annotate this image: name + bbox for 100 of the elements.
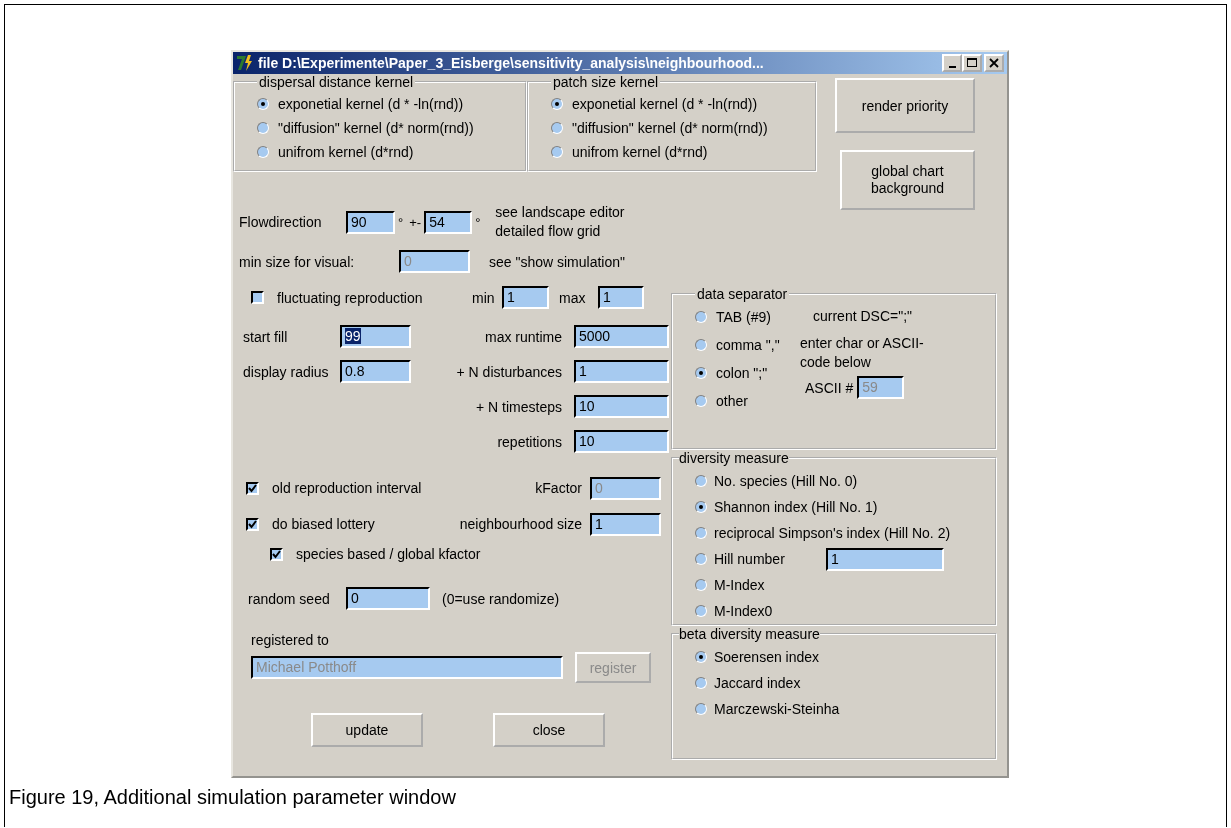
radio-button[interactable]: [695, 475, 707, 487]
radio-button[interactable]: [695, 703, 707, 715]
field-label: random seed: [248, 590, 331, 607]
push-button[interactable]: render priority: [835, 78, 975, 133]
window-title: file D:\Experimente\Paper_3_Eisberge\sensitivity_analysis\neighbourhood...: [258, 55, 765, 71]
input-field[interactable]: 10: [574, 395, 669, 418]
maximize-button[interactable]: [962, 54, 982, 72]
input-field[interactable]: 0.8: [340, 360, 411, 383]
radio-button[interactable]: [695, 338, 707, 351]
field-label: display radius: [243, 363, 330, 380]
checkbox-label[interactable]: do biased lottery: [272, 516, 375, 532]
radio-label[interactable]: colon ";": [716, 364, 768, 381]
radio-button[interactable]: [695, 651, 707, 663]
push-button[interactable]: close: [493, 713, 605, 747]
group-title: data separator: [696, 286, 789, 302]
minimize-button[interactable]: [942, 54, 962, 72]
radio-button[interactable]: [551, 98, 563, 110]
field-label: repetitions: [496, 433, 563, 450]
close-button[interactable]: [984, 54, 1004, 72]
radio-button[interactable]: [695, 366, 707, 379]
maximize-icon: [967, 58, 977, 68]
input-field[interactable]: 10: [574, 430, 669, 453]
figure-caption: Figure 19, Additional simulation parameter window: [9, 786, 457, 809]
radio-label[interactable]: reciprocal Simpson's index (Hill No. 2): [714, 525, 951, 541]
radio-label[interactable]: other: [716, 392, 748, 409]
checkbox[interactable]: [246, 481, 259, 495]
radio-label[interactable]: exponetial kernel (d * -ln(rnd)): [278, 96, 464, 112]
field-label: kFactor: [535, 480, 582, 496]
field-label: + N disturbances: [455, 363, 563, 380]
group-title: beta diversity measure: [679, 626, 820, 642]
radio-button[interactable]: [257, 98, 269, 110]
input-field[interactable]: 1: [502, 286, 549, 309]
radio-label[interactable]: M-Index0: [714, 603, 773, 619]
radio-button[interactable]: [695, 527, 707, 539]
radio-label[interactable]: "diffusion" kernel (d* norm(rnd)): [278, 120, 474, 136]
radio-button[interactable]: [695, 579, 707, 591]
radio-button[interactable]: [695, 677, 707, 689]
input-field[interactable]: 1: [590, 512, 661, 536]
radio-button[interactable]: [695, 394, 707, 407]
status-text: current DSC=";": [813, 308, 914, 324]
radio-label[interactable]: unifrom kernel (d*rnd): [278, 144, 414, 160]
radio-label[interactable]: comma ",": [716, 336, 780, 353]
close-icon: [989, 58, 999, 68]
checkbox[interactable]: [246, 517, 259, 531]
group-title: diversity measure: [679, 450, 789, 466]
radio-button[interactable]: [695, 605, 707, 617]
radio-label[interactable]: TAB (#9): [716, 308, 771, 325]
radio-button[interactable]: [257, 122, 269, 134]
hint-text: enter char or ASCII-code below: [800, 334, 925, 372]
checkbox-label[interactable]: old reproduction interval: [272, 480, 422, 496]
radio-label[interactable]: Marczewski-Steinha: [714, 701, 840, 717]
field-label: max runtime: [483, 328, 563, 345]
radio-label[interactable]: Soerensen index: [714, 649, 820, 665]
checkbox[interactable]: [270, 547, 283, 561]
app-icon: [236, 54, 254, 72]
input-field[interactable]: 1: [574, 360, 669, 383]
field-label: min size for visual:: [239, 253, 356, 270]
radio-label[interactable]: M-Index: [714, 577, 765, 593]
input-field[interactable]: 1: [598, 286, 644, 309]
field-label: min: [472, 289, 496, 306]
minimize-icon: [948, 65, 956, 68]
field-label: start fill: [243, 328, 289, 345]
field-label: + N timesteps: [475, 398, 563, 415]
input-field[interactable]: 5000: [574, 325, 669, 348]
radio-button[interactable]: [257, 146, 269, 158]
radio-label[interactable]: unifrom kernel (d*rnd): [572, 144, 708, 160]
field-label: max: [558, 289, 587, 306]
radio-label[interactable]: No. species (Hill No. 0): [714, 473, 858, 489]
input-field[interactable]: 90: [346, 210, 395, 234]
checkbox[interactable]: [251, 291, 264, 304]
hint-text: detailed flow grid: [495, 222, 602, 241]
group-title: patch size kernel: [552, 74, 660, 90]
input-field[interactable]: 99: [340, 325, 411, 348]
radio-label[interactable]: exponetial kernel (d * -ln(rnd)): [572, 96, 758, 112]
push-button[interactable]: update: [311, 713, 423, 747]
radio-button[interactable]: [695, 501, 707, 513]
radio-button[interactable]: [551, 122, 563, 134]
radio-label[interactable]: "diffusion" kernel (d* norm(rnd)): [572, 120, 768, 136]
checkbox-label[interactable]: species based / global kfactor: [296, 546, 481, 562]
hint-text: (0=use randomize): [442, 590, 560, 607]
radio-button[interactable]: [695, 553, 707, 565]
hint-text: see landscape editor: [495, 203, 625, 222]
degree-sign: °: [475, 214, 481, 230]
input-field[interactable]: 1: [826, 547, 944, 571]
radio-button[interactable]: [695, 310, 707, 323]
field-label: neighbourhood size: [459, 516, 582, 532]
radio-label[interactable]: Jaccard index: [714, 675, 801, 691]
hint-text: see "show simulation": [489, 253, 625, 270]
field-label: ASCII #: [805, 379, 854, 396]
field-label: Flowdirection: [239, 214, 323, 230]
plus-minus-sign: +-: [409, 214, 422, 230]
push-button[interactable]: global chart background: [840, 150, 975, 210]
radio-button[interactable]: [551, 146, 563, 158]
checkbox-label[interactable]: fluctuating reproduction: [277, 289, 472, 306]
group-title: dispersal distance kernel: [258, 74, 415, 90]
input-field[interactable]: 0: [346, 587, 430, 610]
radio-label[interactable]: Shannon index (Hill No. 1): [714, 499, 878, 515]
degree-sign: °: [398, 214, 404, 230]
radio-label[interactable]: Hill number: [714, 551, 819, 567]
input-field[interactable]: 54: [424, 210, 473, 234]
